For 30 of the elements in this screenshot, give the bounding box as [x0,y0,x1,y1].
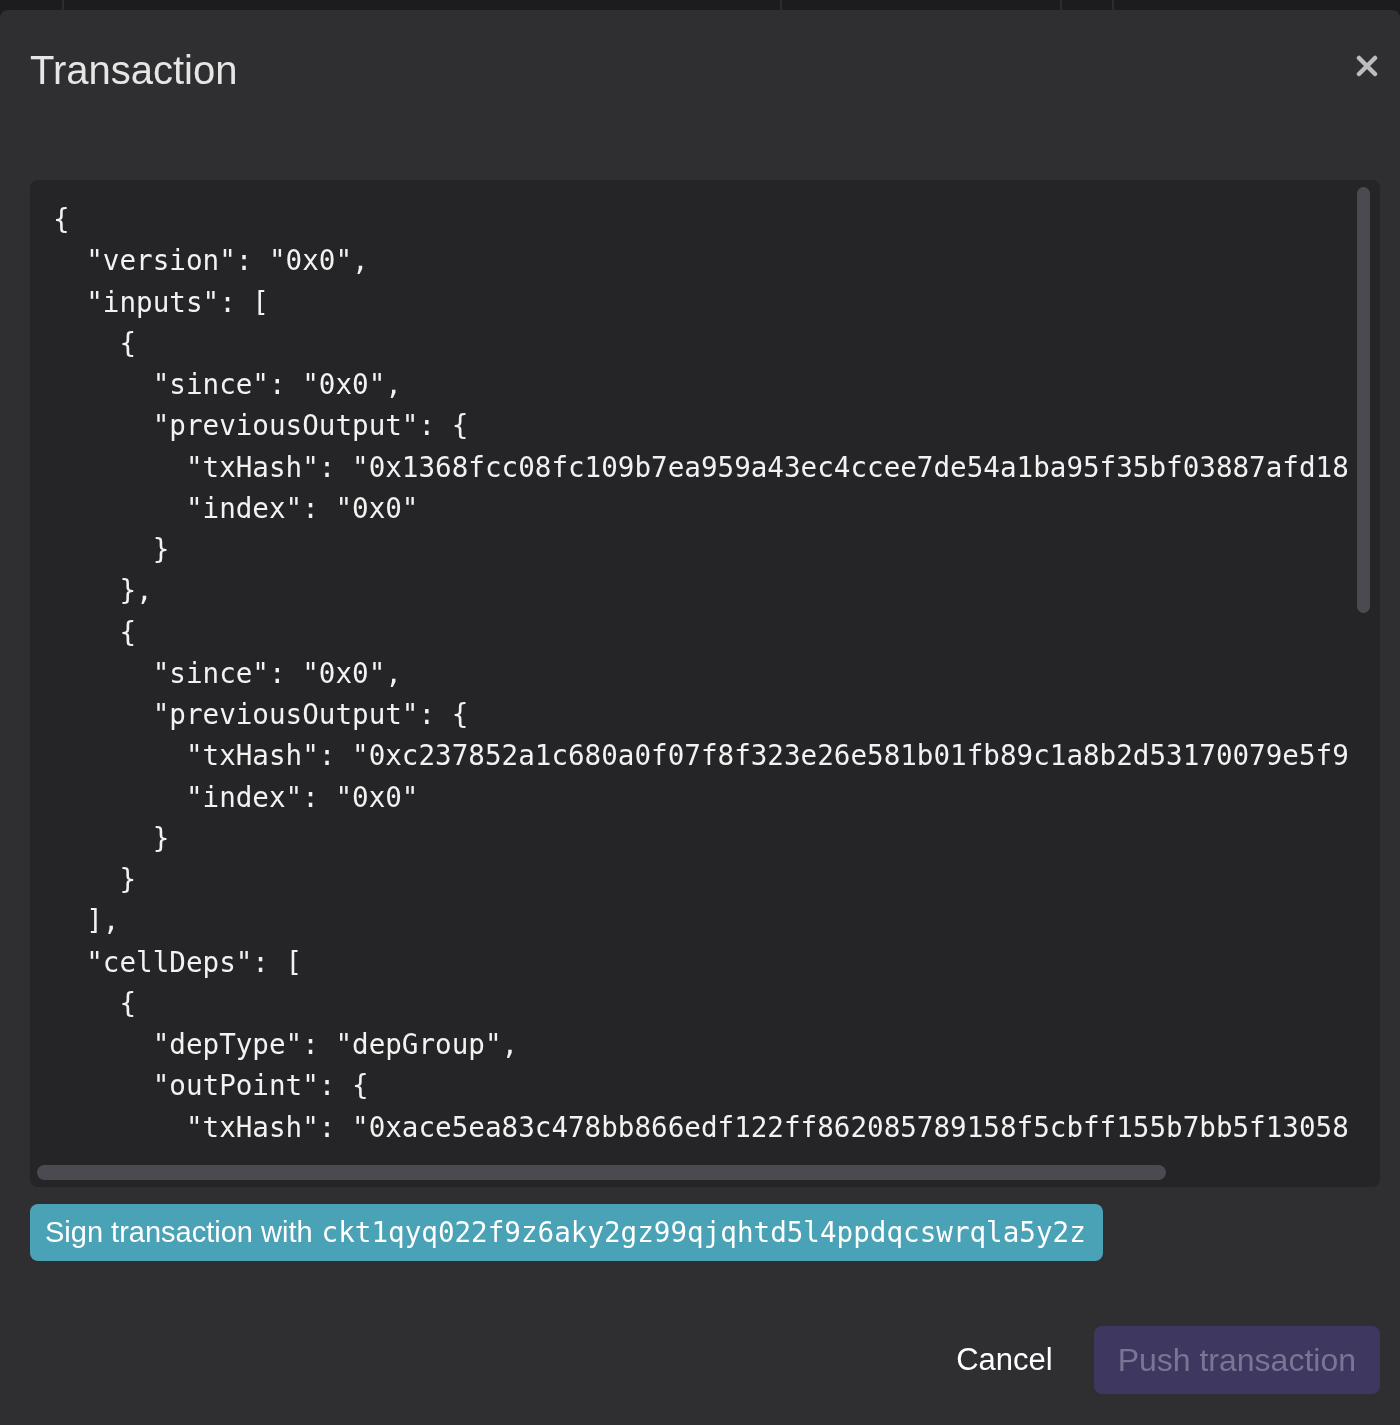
code-line: "index": "0x0" [184,779,419,816]
cancel-button[interactable]: Cancel [956,1340,1053,1380]
code-line: }, [118,573,153,610]
code-line: "version": "0x0", [85,243,369,280]
code-line: "previousOutput": { [151,697,469,733]
sign-transaction-button[interactable]: Sign transaction with ckt1qyq022f9z6aky2gz99qjqhtd5l4ppdqcswrqla5y2z [30,1204,1103,1261]
code-line: } [151,820,170,857]
code-line: "since": "0x0", [151,655,402,692]
code-line: "txHash": "0x1368fcc08fc109b7ea959a43ec4ccee7de54a1ba95f35bf03887afd18 [184,449,1349,486]
dialog-title: Transaction [30,47,238,94]
code-line: "outPoint": { [151,1068,369,1105]
code-line: "txHash": "0xc237852a1c680a0f07f8f323e26e581b01fb89c1a8b2d53170079e5f9 [184,738,1349,775]
close-icon [1356,55,1378,77]
code-line: "cellDeps": [ [85,944,303,981]
vertical-scrollbar-thumb[interactable] [1357,187,1370,613]
code-line: { [118,985,137,1022]
code-line: "txHash": "0xace5ea83c478bb866edf122ff862085789158f5cbff155b7bb5f13058 [184,1109,1349,1146]
code-line: { [53,202,70,238]
code-line: "since": "0x0", [151,367,402,403]
code-line: "inputs": [ [85,284,269,321]
code-line: "index": "0x0" [184,490,419,527]
code-line: } [118,862,137,898]
code-line: { [118,325,137,362]
code-line: { [118,614,137,651]
horizontal-scrollbar-thumb[interactable] [37,1165,1166,1180]
code-line: "depType": "depGroup", [151,1027,519,1063]
code-line: } [151,532,170,568]
code-line: "previousOutput": { [151,408,469,445]
code-line: ], [85,903,120,940]
close-button[interactable] [1356,55,1378,77]
